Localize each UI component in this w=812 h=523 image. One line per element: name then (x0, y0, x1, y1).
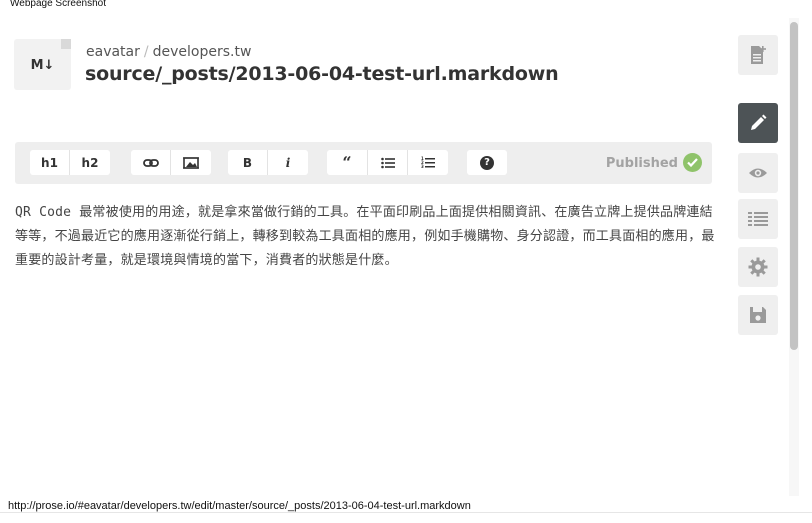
list-icon (748, 212, 768, 226)
eye-icon (749, 168, 767, 178)
block-group: “ 1 2 3 (327, 150, 448, 175)
published-check-icon[interactable] (683, 153, 702, 172)
sidebar-new-file-button[interactable] (738, 35, 778, 75)
image-button[interactable] (171, 150, 211, 175)
help-icon: ? (480, 155, 494, 170)
help-button[interactable]: ? (467, 150, 507, 175)
publish-status-label: Published (605, 156, 678, 171)
h1-button[interactable]: h1 (30, 150, 70, 175)
bullet-list-button[interactable] (368, 150, 408, 175)
svg-text:3: 3 (421, 164, 424, 169)
sidebar-save-button[interactable] (738, 295, 778, 335)
h2-button[interactable]: h2 (70, 150, 110, 175)
numbered-list-icon: 1 2 3 (421, 156, 435, 169)
markdown-badge-label: M↓ (30, 58, 55, 73)
page-fold-icon (61, 39, 71, 49)
breadcrumb-owner[interactable]: eavatar (86, 44, 140, 60)
bold-button[interactable]: B (228, 150, 268, 175)
content-paragraph: QR Code 最常被使用的用途，就是拿來當做行銷的工具。在平面印刷品上面提供相… (15, 205, 715, 268)
new-file-icon (751, 46, 766, 64)
italic-button[interactable]: i (268, 150, 308, 175)
save-icon (750, 307, 766, 323)
markdown-file-icon: M↓ (14, 39, 71, 90)
format-group: B i (228, 150, 308, 175)
gear-icon (748, 257, 768, 277)
scrollbar-thumb[interactable] (790, 22, 798, 350)
breadcrumb: eavatar / developers.tw (86, 44, 251, 60)
link-button[interactable] (131, 150, 171, 175)
quote-button[interactable]: “ (327, 150, 368, 175)
file-path-title[interactable]: source/_posts/2013-06-04-test-url.markdo… (85, 63, 559, 85)
heading-group: h1 h2 (30, 150, 110, 175)
sidebar-settings-button[interactable] (738, 247, 778, 287)
sidebar-meta-button[interactable] (738, 199, 778, 239)
image-icon (183, 156, 199, 169)
editor-content[interactable]: QR Code 最常被使用的用途，就是拿來當做行銷的工具。在平面印刷品上面提供相… (15, 201, 715, 273)
bullet-list-icon (380, 157, 395, 168)
sidebar-edit-button[interactable] (738, 103, 778, 143)
sidebar-preview-button[interactable] (738, 153, 778, 193)
link-icon (142, 158, 159, 167)
editor-toolbar: h1 h2 B i “ 1 2 3 ? Published (15, 142, 712, 184)
media-group (131, 150, 211, 175)
pencil-icon (751, 114, 767, 130)
breadcrumb-repo[interactable]: developers.tw (153, 44, 252, 60)
status-bar-url: http://prose.io/#eavatar/developers.tw/e… (8, 500, 471, 512)
breadcrumb-separator: / (143, 44, 149, 60)
help-group: ? (467, 150, 507, 175)
window-title: Webpage Screenshot (10, 0, 106, 9)
numbered-list-button[interactable]: 1 2 3 (408, 150, 448, 175)
